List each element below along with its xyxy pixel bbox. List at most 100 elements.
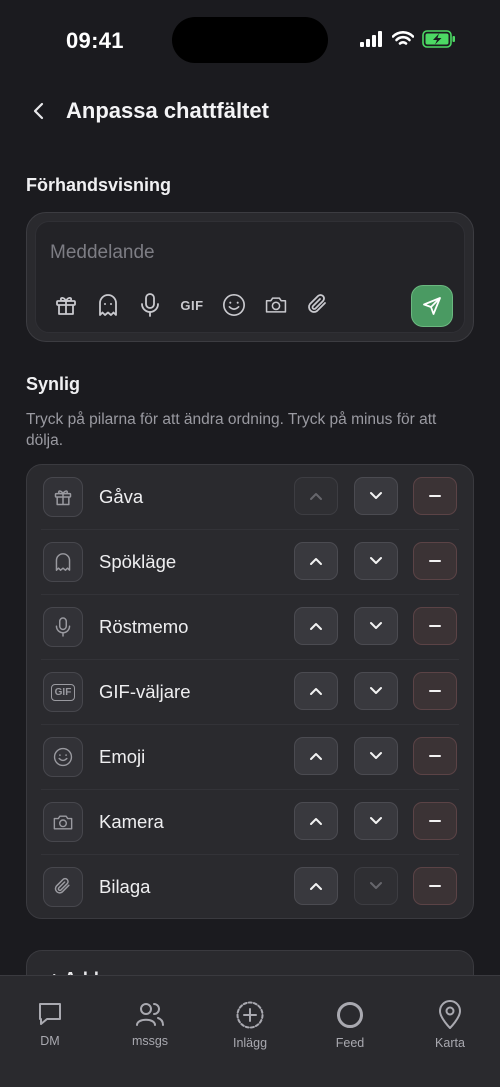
tab-inlagg[interactable]: Inlägg — [210, 1000, 290, 1050]
chevron-down-icon — [370, 752, 382, 759]
move-up-button[interactable] — [294, 477, 338, 515]
chevron-up-icon — [310, 818, 322, 825]
list-item: Bilaga — [27, 855, 473, 920]
move-down-button[interactable] — [354, 802, 398, 840]
chat-bubble-icon — [39, 1003, 61, 1025]
tab-label: mssgs — [131, 1034, 169, 1048]
map-pin-icon — [439, 1000, 461, 1029]
paperclip-icon[interactable] — [306, 292, 330, 318]
dynamic-island — [172, 17, 328, 63]
hide-button[interactable] — [413, 737, 457, 775]
minus-icon — [429, 754, 441, 758]
list-item: GIF GIF-väljare — [27, 660, 473, 725]
chevron-down-icon — [370, 687, 382, 694]
minus-icon — [429, 884, 441, 888]
hide-button[interactable] — [413, 477, 457, 515]
list-item-label: Bilaga — [99, 876, 151, 897]
chevron-down-icon — [370, 492, 382, 499]
move-down-button[interactable] — [354, 672, 398, 710]
cellular-signal-icon — [360, 31, 382, 47]
tab-bar: DM mssgs Inlägg Feed Karta — [0, 975, 500, 1087]
emoji-icon[interactable] — [222, 292, 246, 318]
minus-icon — [429, 689, 441, 693]
list-item: Röstmemo — [27, 595, 473, 660]
move-up-button[interactable] — [294, 542, 338, 580]
minus-icon — [429, 494, 441, 498]
message-input[interactable] — [50, 242, 350, 264]
microphone-icon — [43, 607, 83, 647]
minus-icon — [429, 559, 441, 563]
screen: 09:41 Anpassa chattfältet Förhandsvisnin… — [0, 0, 500, 1087]
page-title: Anpassa chattfältet — [66, 98, 269, 123]
list-item-label: Spökläge — [99, 551, 177, 572]
list-item: Emoji — [27, 725, 473, 790]
preview-icon-row: GIF — [54, 292, 330, 318]
move-down-button[interactable] — [354, 607, 398, 645]
chevron-up-icon — [310, 558, 322, 565]
chevron-up-icon — [310, 688, 322, 695]
tab-feed[interactable]: Feed — [310, 1000, 390, 1050]
hide-button[interactable] — [413, 867, 457, 905]
microphone-icon[interactable] — [138, 292, 162, 318]
chevron-left-icon — [33, 102, 44, 120]
ghost-icon — [43, 542, 83, 582]
list-item-label: GIF-väljare — [99, 681, 191, 702]
emoji-icon — [43, 737, 83, 777]
move-down-button[interactable] — [354, 737, 398, 775]
preview-section-title: Förhandsvisning — [26, 175, 172, 195]
preview-composer: GIF — [35, 221, 465, 333]
camera-icon — [43, 802, 83, 842]
hide-button[interactable] — [413, 607, 457, 645]
visible-list: Gåva Spökläge Röstmemo GIF GIF-väljare E… — [26, 464, 474, 919]
chevron-down-icon — [370, 557, 382, 564]
wifi-icon — [392, 31, 414, 45]
camera-icon[interactable] — [264, 292, 288, 318]
tab-mssgs[interactable]: mssgs — [110, 1000, 190, 1048]
visible-section-title: Synlig — [26, 374, 81, 394]
move-up-button[interactable] — [294, 802, 338, 840]
gift-icon — [43, 477, 83, 517]
chevron-up-icon — [310, 883, 322, 890]
visible-hint-text: Tryck på pilarna för att ändra ordning. … — [26, 411, 437, 449]
move-up-button[interactable] — [294, 607, 338, 645]
ring-icon — [337, 1002, 363, 1028]
tab-label: Inlägg — [232, 1036, 268, 1050]
chevron-up-icon — [310, 623, 322, 630]
tab-label: Karta — [435, 1036, 465, 1050]
move-up-button[interactable] — [294, 737, 338, 775]
hide-button[interactable] — [413, 802, 457, 840]
list-item-label: Emoji — [99, 746, 146, 767]
list-item-label: Gåva — [99, 486, 144, 507]
chevron-down-icon — [370, 882, 382, 889]
people-icon — [136, 1003, 164, 1026]
preview-card: GIF — [26, 212, 474, 342]
list-item: Kamera — [27, 790, 473, 855]
gif-icon[interactable]: GIF — [180, 292, 204, 318]
move-down-button[interactable] — [354, 867, 398, 905]
move-down-button[interactable] — [354, 542, 398, 580]
hide-button[interactable] — [413, 542, 457, 580]
move-up-button[interactable] — [294, 672, 338, 710]
chevron-down-icon — [370, 817, 382, 824]
chevron-down-icon — [370, 622, 382, 629]
minus-icon — [429, 624, 441, 628]
send-button[interactable] — [411, 285, 453, 327]
tab-karta[interactable]: Karta — [410, 1000, 490, 1050]
header: Anpassa chattfältet — [0, 88, 500, 134]
send-icon — [423, 297, 441, 315]
list-item: Gåva — [27, 465, 473, 530]
list-item: Spökläge — [27, 530, 473, 595]
battery-charging-icon — [422, 30, 455, 48]
gift-icon[interactable] — [54, 292, 78, 318]
status-icons — [360, 30, 456, 48]
hide-button[interactable] — [413, 672, 457, 710]
tab-label: Feed — [335, 1036, 365, 1050]
gif-icon: GIF — [43, 672, 83, 712]
chevron-up-icon — [310, 493, 322, 500]
move-up-button[interactable] — [294, 867, 338, 905]
plus-circle-icon — [236, 1001, 264, 1029]
back-button[interactable] — [24, 96, 54, 126]
tab-dm[interactable]: DM — [10, 1000, 90, 1048]
ghost-icon[interactable] — [96, 292, 120, 318]
move-down-button[interactable] — [354, 477, 398, 515]
